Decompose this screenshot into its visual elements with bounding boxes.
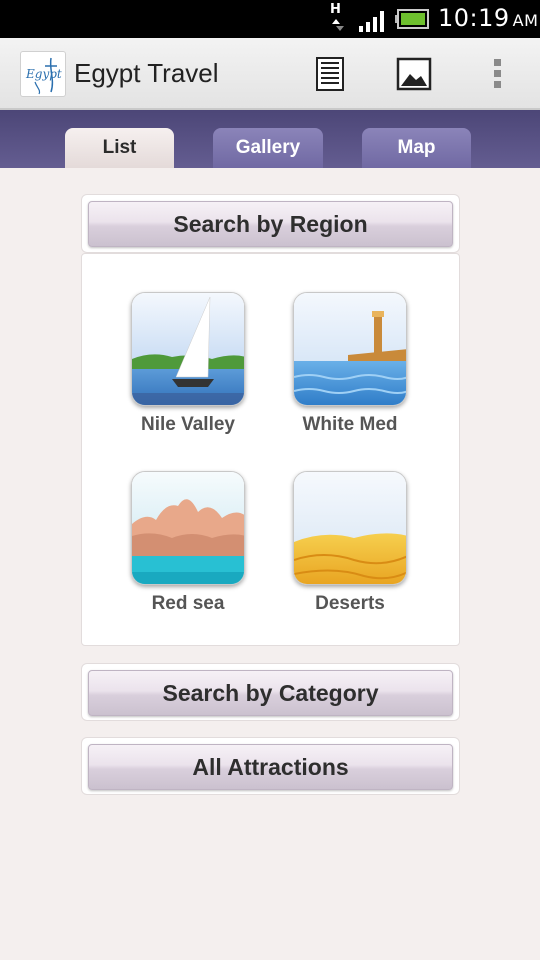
all-attractions-button[interactable]: All Attractions xyxy=(88,744,453,790)
red-sea-icon xyxy=(131,471,245,585)
logo-text: Egypt xyxy=(25,67,62,81)
region-red-sea[interactable]: Red sea xyxy=(106,471,256,631)
tab-map[interactable]: Map xyxy=(362,128,471,168)
region-label: Red sea xyxy=(151,593,225,614)
search-by-category-button[interactable]: Search by Category xyxy=(88,670,453,716)
region-nile-valley[interactable]: Nile Valley xyxy=(106,292,256,452)
clock-time: 10:19 xyxy=(438,4,510,32)
search-by-region-panel: Search by Region xyxy=(81,194,460,253)
action-bar: Egypt Egypt Travel xyxy=(0,38,540,110)
tab-list[interactable]: List xyxy=(65,128,174,168)
clock-ampm: AM xyxy=(512,11,539,30)
clock: 10:19 AM xyxy=(438,4,538,32)
tab-bar: List Gallery Map xyxy=(0,110,540,168)
nile-valley-icon xyxy=(131,292,245,406)
battery-icon xyxy=(395,9,429,29)
region-label: Deserts xyxy=(315,593,385,614)
data-transfer-icon: H xyxy=(326,2,348,36)
app-title: Egypt Travel xyxy=(74,58,219,88)
region-white-med[interactable]: White Med xyxy=(268,292,418,452)
search-by-category-panel: Search by Category xyxy=(81,663,460,721)
region-grid: Nile Valley White Med Red sea Deserts xyxy=(81,253,460,646)
region-label: Nile Valley xyxy=(140,414,235,435)
search-by-region-button[interactable]: Search by Region xyxy=(88,201,453,247)
deserts-icon xyxy=(293,471,407,585)
region-label: White Med xyxy=(302,414,398,435)
image-view-icon[interactable] xyxy=(392,52,436,96)
region-deserts[interactable]: Deserts xyxy=(268,471,418,631)
all-attractions-panel: All Attractions xyxy=(81,737,460,795)
status-bar: H 10:19 AM xyxy=(0,0,540,38)
overflow-menu-icon[interactable] xyxy=(476,52,520,96)
white-med-icon xyxy=(293,292,407,406)
signal-icon xyxy=(359,11,384,32)
list-view-icon[interactable] xyxy=(308,52,352,96)
tab-gallery[interactable]: Gallery xyxy=(213,128,323,168)
app-logo[interactable]: Egypt xyxy=(20,51,66,97)
